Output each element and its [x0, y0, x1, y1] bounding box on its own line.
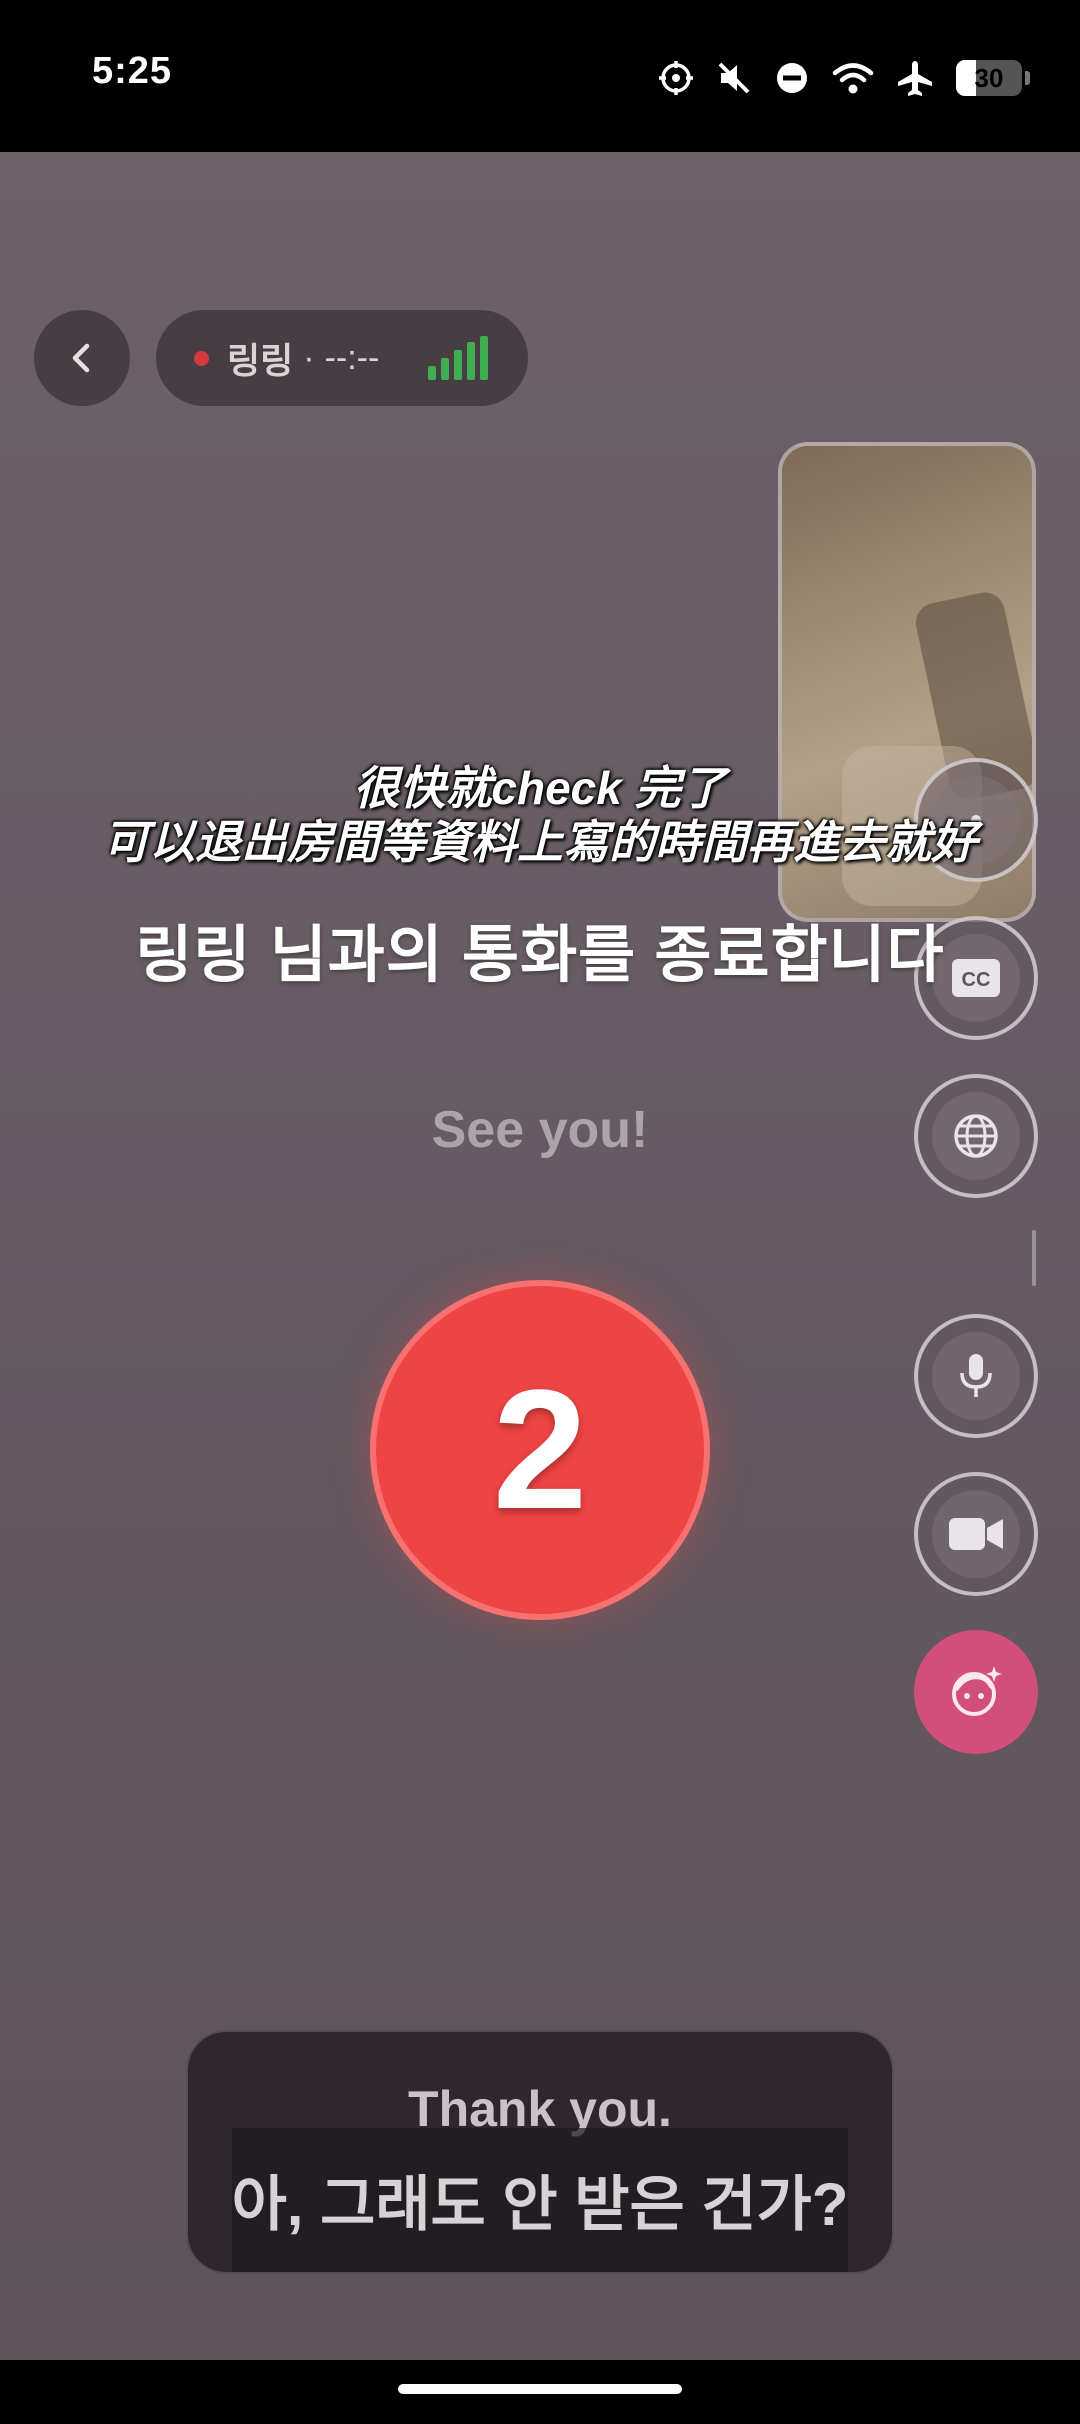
live-caption-box: Thank you. 아, 그래도 안 받은 건가?: [186, 2030, 894, 2274]
battery-level: 30: [974, 63, 1004, 93]
separator: ·: [303, 338, 315, 377]
microphone-icon: [960, 1354, 992, 1397]
scroll-indicator: [1032, 1230, 1036, 1286]
camera-toggle-button[interactable]: [914, 1472, 1038, 1596]
status-time: 5:25: [92, 50, 173, 92]
avatar-effects-button[interactable]: [914, 1630, 1038, 1754]
recording-dot-icon: [194, 350, 209, 366]
mute-icon: [718, 62, 750, 94]
caption-korean: 아, 그래도 안 받은 건가?: [231, 2171, 849, 2238]
microphone-button[interactable]: [914, 1314, 1038, 1438]
battery-icon: 30: [956, 60, 1022, 96]
wifi-icon: [832, 63, 874, 94]
call-timer: --:--: [324, 338, 380, 377]
status-icons: 30: [658, 54, 1030, 102]
caller-name: 링링: [227, 340, 294, 381]
location-target-icon: [659, 61, 693, 95]
battery-tip: [1025, 71, 1030, 85]
airplane-mode-icon: [898, 61, 932, 96]
call-status-pill: 링링 · --:--: [156, 310, 528, 406]
video-camera-icon: [949, 1518, 1003, 1550]
status-bar: 5:25 30: [0, 0, 1080, 152]
chinese-subtitle-line-2: 可以退出房間等資料上寫的時間再進去就好: [103, 816, 977, 868]
call-end-message: 링링 님과의 통화를 종료합니다: [135, 921, 945, 990]
end-countdown-badge: 2: [370, 1280, 710, 1620]
chevron-left-icon: [72, 343, 90, 373]
home-indicator[interactable]: [398, 2384, 682, 2394]
signal-strength-icon: [428, 336, 488, 380]
avatar-face-icon: [952, 1666, 1002, 1716]
countdown-number: 2: [492, 1355, 588, 1545]
back-button[interactable]: [34, 310, 130, 406]
do-not-disturb-icon: [777, 63, 807, 93]
farewell-text: See you!: [431, 1101, 649, 1159]
video-call-stage: 링링 · --:-- CC 很快就check 完了 可以退出房間等資料上寫的時間…: [0, 152, 1080, 2360]
